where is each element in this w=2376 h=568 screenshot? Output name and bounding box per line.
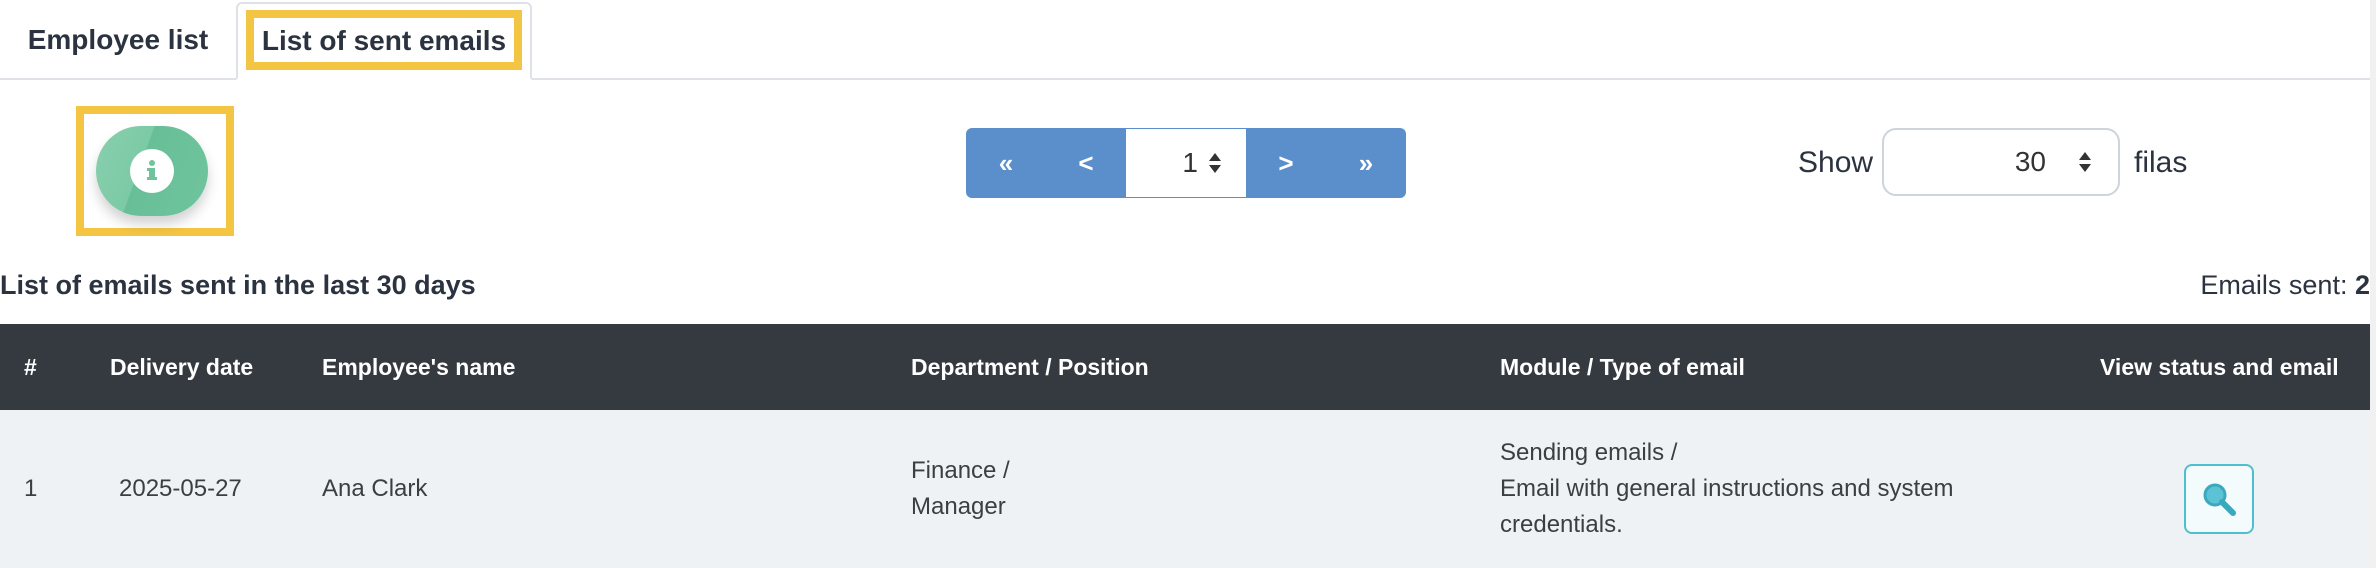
cell-number: 1 (24, 475, 38, 502)
cell-module: Sending emails / Email with general inst… (1500, 435, 1954, 543)
cell-date: 2025-05-27 (119, 475, 242, 502)
email-type-text: Email with general instructions and syst… (1500, 475, 1954, 502)
column-header-name[interactable]: Employee's name (322, 324, 515, 410)
pagination: « < 1 > » (966, 128, 1406, 198)
last-page-button[interactable]: » (1326, 128, 1406, 198)
cell-department: Finance / Manager (911, 453, 1010, 525)
last-page-label: » (1358, 147, 1374, 178)
tab-employee-list[interactable]: Employee list (0, 4, 236, 76)
search-icon (2203, 483, 2236, 516)
column-header-department[interactable]: Department / Position (911, 324, 1149, 410)
show-label: Show (1798, 146, 1874, 179)
department-text: Finance / (911, 457, 1010, 484)
page-scrollbar[interactable] (2370, 0, 2376, 568)
position-text: Manager (911, 493, 1006, 520)
tab-sent-emails[interactable]: List of sent emails (236, 2, 532, 80)
tab-label: Employee list (27, 24, 209, 55)
next-page-label: > (1278, 147, 1294, 178)
table-header: # Delivery date Employee's name Departme… (0, 324, 2370, 410)
emails-sent-count: Emails sent: 2 (2200, 270, 2370, 301)
prev-page-label: < (1078, 147, 1094, 178)
count-label: Emails sent: (2200, 270, 2348, 300)
info-button[interactable] (96, 126, 208, 216)
table-row: 1 2025-05-27 Ana Clark Finance / Manager… (0, 410, 2370, 568)
page-number-input[interactable]: 1 (1126, 128, 1246, 198)
rows-suffix-label: filas (2134, 146, 2188, 179)
cell-name: Ana Clark (322, 475, 428, 502)
column-header-module[interactable]: Module / Type of email (1500, 324, 1745, 410)
sort-arrows-icon (2078, 151, 2092, 173)
column-header-date[interactable]: Delivery date (110, 324, 253, 410)
first-page-button[interactable]: « (966, 128, 1046, 198)
list-title: List of emails sent in the last 30 days (0, 270, 476, 300)
sort-arrows-icon[interactable] (1208, 152, 1222, 174)
tab-bar: Employee list List of sent emails (0, 0, 2370, 80)
first-page-label: « (998, 147, 1014, 178)
email-type-text-cont: credentials. (1500, 511, 1623, 538)
next-page-button[interactable]: > (1246, 128, 1326, 198)
tab-label: List of sent emails (261, 25, 507, 56)
prev-page-button[interactable]: < (1046, 128, 1126, 198)
rows-per-page-value: 30 (2014, 146, 2046, 177)
column-header-view: View status and email (2100, 353, 2339, 380)
view-status-button[interactable] (2184, 464, 2254, 534)
info-icon (130, 149, 174, 193)
column-header-number[interactable]: # (24, 324, 37, 410)
page-number-value: 1 (1182, 147, 1198, 178)
module-text: Sending emails / (1500, 439, 1678, 466)
count-value: 2 (2354, 270, 2370, 300)
rows-per-page-select[interactable]: 30 (1882, 128, 2120, 196)
